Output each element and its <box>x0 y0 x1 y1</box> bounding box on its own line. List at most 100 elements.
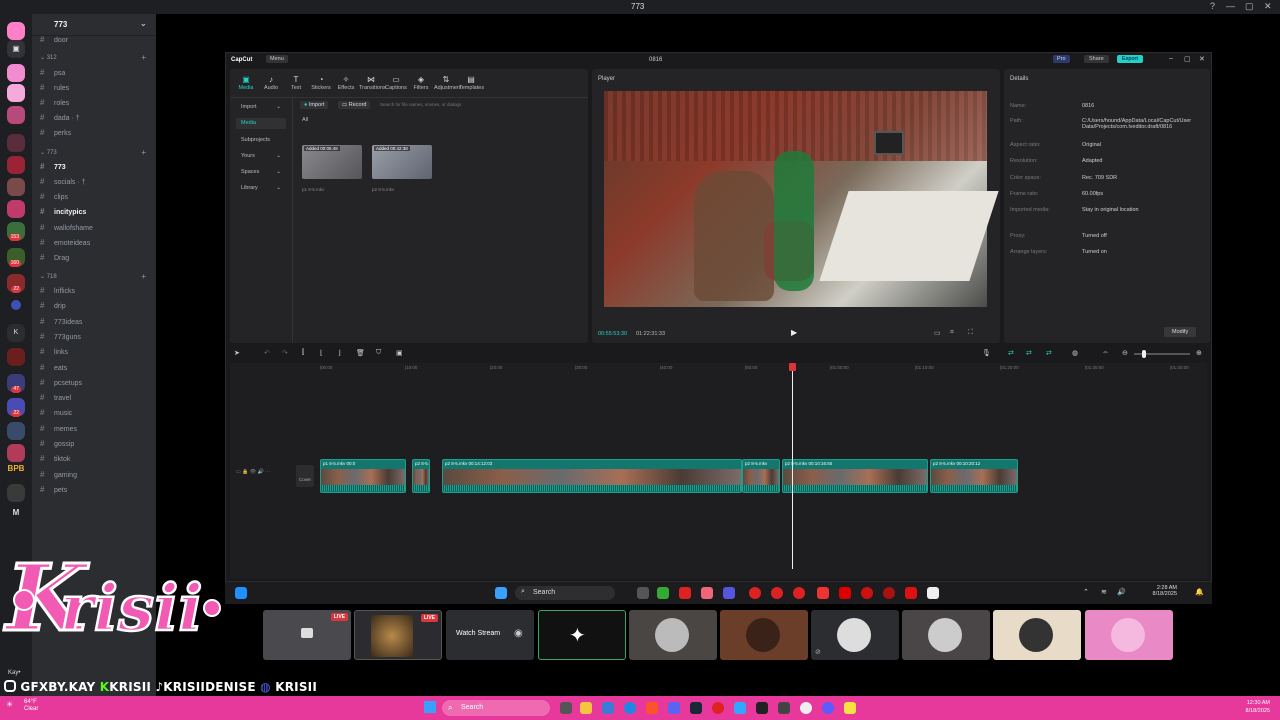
mic-icon[interactable]: 🎙 <box>982 349 991 357</box>
select-tool-icon[interactable]: ➤ <box>234 349 240 357</box>
channel-item[interactable]: # links <box>40 347 152 360</box>
server-icon[interactable]: 22 <box>7 274 25 293</box>
app-icon[interactable] <box>723 587 735 599</box>
undo-icon[interactable]: ↶ <box>264 349 270 357</box>
split-left-icon[interactable]: ⌊ <box>320 349 323 357</box>
participant-tile[interactable] <box>629 610 717 660</box>
app-icon[interactable] <box>712 702 724 714</box>
app-icon[interactable] <box>756 702 768 714</box>
tool-captions[interactable]: ▭ Captions <box>384 75 408 91</box>
channel-item[interactable]: # Drag <box>40 253 152 266</box>
zoom-slider[interactable] <box>1134 350 1190 358</box>
split-icon[interactable]: ⫿ <box>302 349 304 357</box>
tool-templates[interactable]: ▤ Templates <box>459 75 484 91</box>
sidebar-library[interactable]: Library ⌄ <box>236 183 286 194</box>
timeline-clip[interactable]: p2 8-5.mkv <box>412 459 430 493</box>
channel-item[interactable]: # memes <box>40 424 152 437</box>
preview-axis-icon[interactable]: ⇄ <box>1046 349 1052 357</box>
tool-transitions[interactable]: ⋈ Transitions <box>359 75 386 91</box>
menu-button[interactable]: Menu <box>266 55 288 63</box>
crop-icon[interactable]: ⌗ <box>950 329 954 337</box>
chat-icon[interactable]: ◍ <box>1072 349 1078 357</box>
channel-item[interactable]: # incitypics <box>40 207 152 220</box>
play-icon[interactable]: ▶ <box>791 328 797 337</box>
participant-tile[interactable]: ✦ <box>538 610 626 660</box>
split-right-icon[interactable]: ⌋ <box>338 349 341 357</box>
discord-icon[interactable] <box>668 702 680 714</box>
server-icon[interactable] <box>7 134 25 152</box>
channel-item[interactable]: # eats <box>40 363 152 376</box>
import-button[interactable]: ● Import <box>300 101 329 109</box>
channel-item[interactable]: #773ideas <box>40 317 152 330</box>
participant-tile[interactable] <box>902 610 990 660</box>
windows-start-icon[interactable] <box>495 587 507 599</box>
all-filter[interactable]: All <box>302 117 308 123</box>
channel-item[interactable]: #773 <box>40 162 152 175</box>
app-icon[interactable] <box>817 587 829 599</box>
tool-adjustment[interactable]: ⇅ Adjustment <box>434 75 462 91</box>
server-icon[interactable] <box>7 22 25 40</box>
media-thumbnail[interactable]: Added 00:05:48 <box>302 145 362 179</box>
sidebar-spaces[interactable]: Spaces ⌄ <box>236 167 286 178</box>
app-icon[interactable] <box>701 587 713 599</box>
steam-icon[interactable] <box>690 702 702 714</box>
tool-text[interactable]: T Text <box>284 75 308 91</box>
channel-item[interactable]: #773guns <box>40 332 152 345</box>
minimize-icon[interactable]: — <box>1226 1 1235 11</box>
sidebar-import[interactable]: Import ⌄ <box>236 102 286 113</box>
ratio-icon[interactable]: ▭ <box>934 329 941 337</box>
app-icon[interactable] <box>679 587 691 599</box>
server-icon[interactable]: 22 <box>7 398 25 417</box>
app-icon[interactable] <box>657 587 669 599</box>
task-view-icon[interactable] <box>637 587 649 599</box>
channel-item[interactable]: # socials · † <box>40 177 152 190</box>
server-icon[interactable]: 160 <box>7 248 25 267</box>
app-icon[interactable] <box>822 702 834 714</box>
task-view-icon[interactable] <box>560 702 572 714</box>
playhead[interactable] <box>789 363 796 569</box>
server-icon[interactable] <box>7 156 25 174</box>
export-button[interactable]: Export <box>1117 55 1143 63</box>
weather-widget[interactable]: 64°F Clear <box>24 699 38 713</box>
weather-icon[interactable]: ☀ <box>6 700 13 709</box>
app-icon[interactable] <box>861 587 873 599</box>
magnet-icon[interactable]: ⇄ <box>1008 349 1014 357</box>
server-icon[interactable]: 47 <box>7 374 25 393</box>
track-controls[interactable]: ▭ 🔒 👁 🔊 ⋯ <box>236 469 270 475</box>
add-channel-icon[interactable]: + <box>141 272 146 281</box>
server-icon[interactable] <box>7 200 25 218</box>
timeline-clip[interactable]: p2 8-5.mkv 00:10:16:55 <box>782 459 928 493</box>
channel-item[interactable]: # dada · † <box>40 113 152 126</box>
notification-icon[interactable]: 🔔 <box>1195 588 1204 596</box>
participant-tile[interactable]: LIVE <box>263 610 351 660</box>
media-search-input[interactable]: Search for file names, scenes, or dialog… <box>380 102 510 107</box>
timeline-clip[interactable]: p2 8-5.mkv 00:14:12:03 <box>442 459 742 493</box>
app-icon[interactable] <box>905 587 917 599</box>
taskbar-search[interactable]: ⌕ Search <box>442 700 550 716</box>
windows-start-icon[interactable] <box>424 701 436 713</box>
link-icon[interactable]: ⇄ <box>1026 349 1032 357</box>
maximize-icon[interactable]: ▢ <box>1245 1 1254 12</box>
participant-tile[interactable] <box>720 610 808 660</box>
app-icon[interactable] <box>771 587 783 599</box>
sidebar-media[interactable]: Media <box>236 118 286 129</box>
timeline-clip[interactable]: p1 8-5.mkv 00:0 <box>320 459 406 493</box>
channel-category[interactable]: ⌄ 773 + <box>40 148 152 157</box>
redo-icon[interactable]: ↷ <box>282 349 288 357</box>
volume-icon[interactable]: 🔊 <box>1117 588 1126 596</box>
channel-item[interactable]: # wallofshame <box>40 223 152 236</box>
tool-filters[interactable]: ◈ Filters <box>409 75 433 91</box>
channel-item[interactable]: # travel <box>40 393 152 406</box>
cover-button[interactable]: Cover <box>296 465 314 487</box>
record-button[interactable]: ▭ Record <box>338 101 371 109</box>
channel-item[interactable]: # pcsetups <box>40 378 152 391</box>
app-icon[interactable] <box>793 587 805 599</box>
channel-item[interactable]: # psa <box>40 68 152 81</box>
video-preview[interactable] <box>604 91 999 307</box>
channel-item[interactable]: # clips <box>40 192 152 205</box>
channel-item[interactable]: # door <box>40 35 152 48</box>
clock[interactable]: 12:30 AM 8/18/2025 <box>1222 699 1270 715</box>
crop-tool-icon[interactable]: ▣ <box>396 349 403 357</box>
channel-item[interactable]: # emoteideas <box>40 238 152 251</box>
taskbar-search[interactable]: ⌕ Search <box>515 586 615 600</box>
